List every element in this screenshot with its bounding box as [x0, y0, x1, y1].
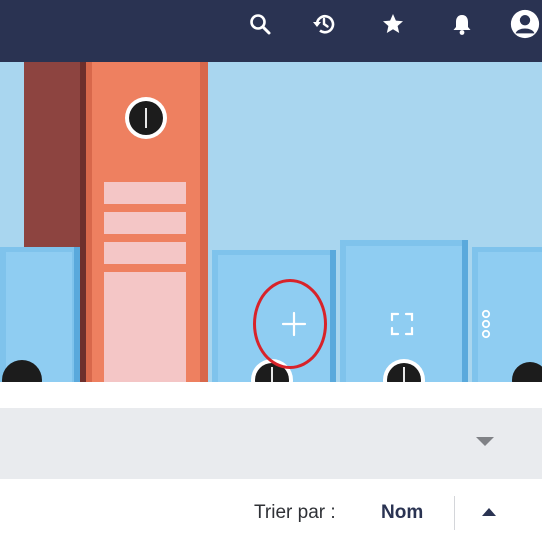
search-icon[interactable]: [244, 8, 276, 40]
caret-up-icon: [482, 508, 496, 516]
sort-row: Trier par : Nom: [0, 492, 542, 535]
sort-direction-button[interactable]: [474, 500, 504, 528]
more-vertical-icon: [481, 309, 491, 339]
divider: [454, 496, 455, 530]
top-navigation-bar: [0, 0, 542, 62]
more-options-button[interactable]: [474, 302, 498, 346]
fullscreen-button[interactable]: [380, 302, 424, 346]
plus-icon: [281, 311, 307, 337]
filter-dropdown[interactable]: [0, 408, 542, 479]
sort-field-selector[interactable]: Nom: [381, 502, 423, 524]
chevron-down-icon: [476, 437, 494, 446]
sort-label: Trier par :: [254, 502, 336, 523]
bell-icon[interactable]: [446, 8, 478, 40]
star-icon[interactable]: [377, 8, 409, 40]
account-icon[interactable]: [509, 8, 541, 40]
history-icon[interactable]: [308, 8, 340, 40]
fullscreen-icon: [390, 312, 414, 336]
add-button[interactable]: [270, 300, 318, 348]
